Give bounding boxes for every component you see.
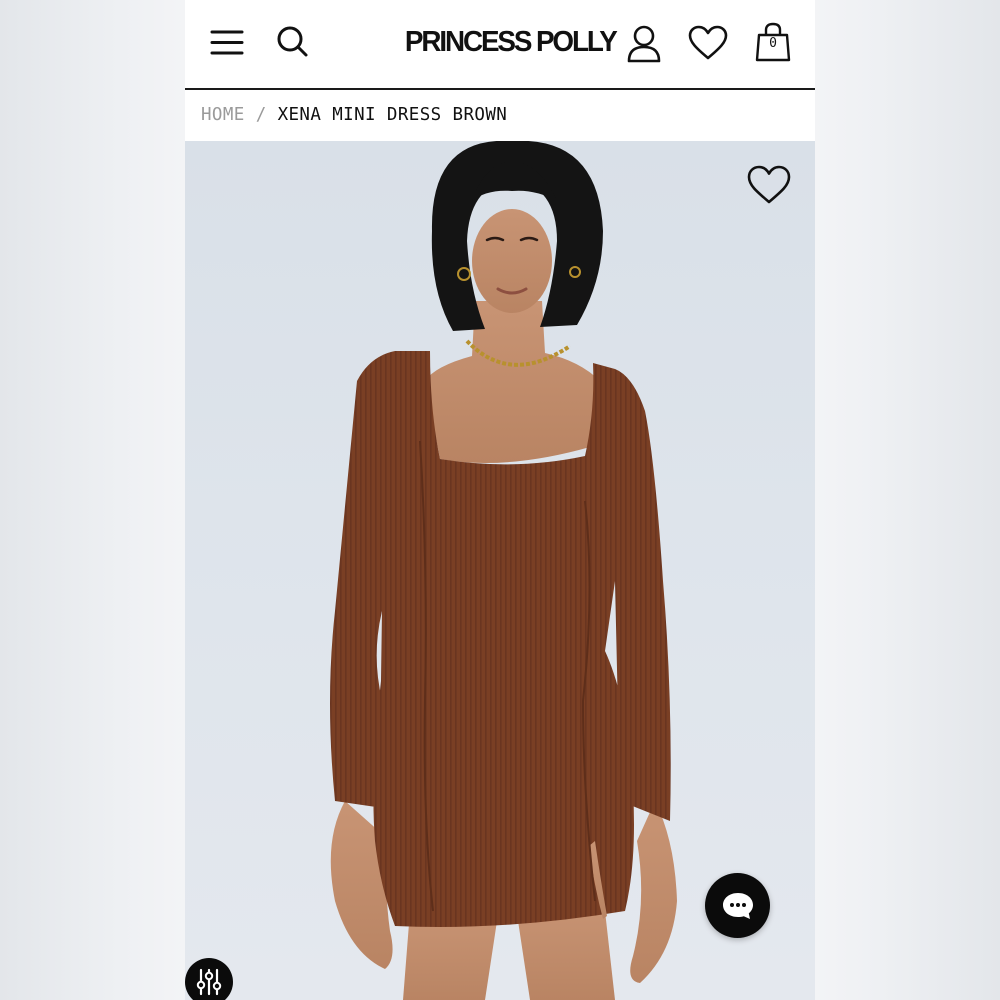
hamburger-menu-icon[interactable] [209, 27, 245, 59]
sliders-icon [196, 968, 222, 996]
search-icon[interactable] [275, 24, 311, 60]
heart-icon[interactable] [688, 25, 728, 61]
mobile-viewport: PRINCESS POLLY 0 HOME / XENA MINI DRESS … [185, 0, 815, 1000]
chat-bubble-icon [722, 892, 753, 919]
product-photo [330, 141, 677, 1000]
site-header: PRINCESS POLLY 0 [185, 0, 815, 90]
breadcrumb-current: XENA MINI DRESS BROWN [277, 105, 508, 125]
breadcrumb-home-link[interactable]: HOME [201, 105, 245, 125]
chat-button[interactable] [705, 873, 770, 938]
add-to-wishlist-heart-icon[interactable] [747, 165, 791, 205]
user-icon[interactable] [626, 24, 662, 64]
site-logo[interactable]: PRINCESS POLLY [405, 24, 618, 60]
breadcrumb-separator: / [255, 105, 278, 125]
product-image[interactable] [185, 141, 815, 1000]
filter-button[interactable] [185, 958, 233, 1000]
cart-count-badge: 0 [769, 36, 777, 51]
breadcrumb: HOME / XENA MINI DRESS BROWN [201, 103, 507, 127]
